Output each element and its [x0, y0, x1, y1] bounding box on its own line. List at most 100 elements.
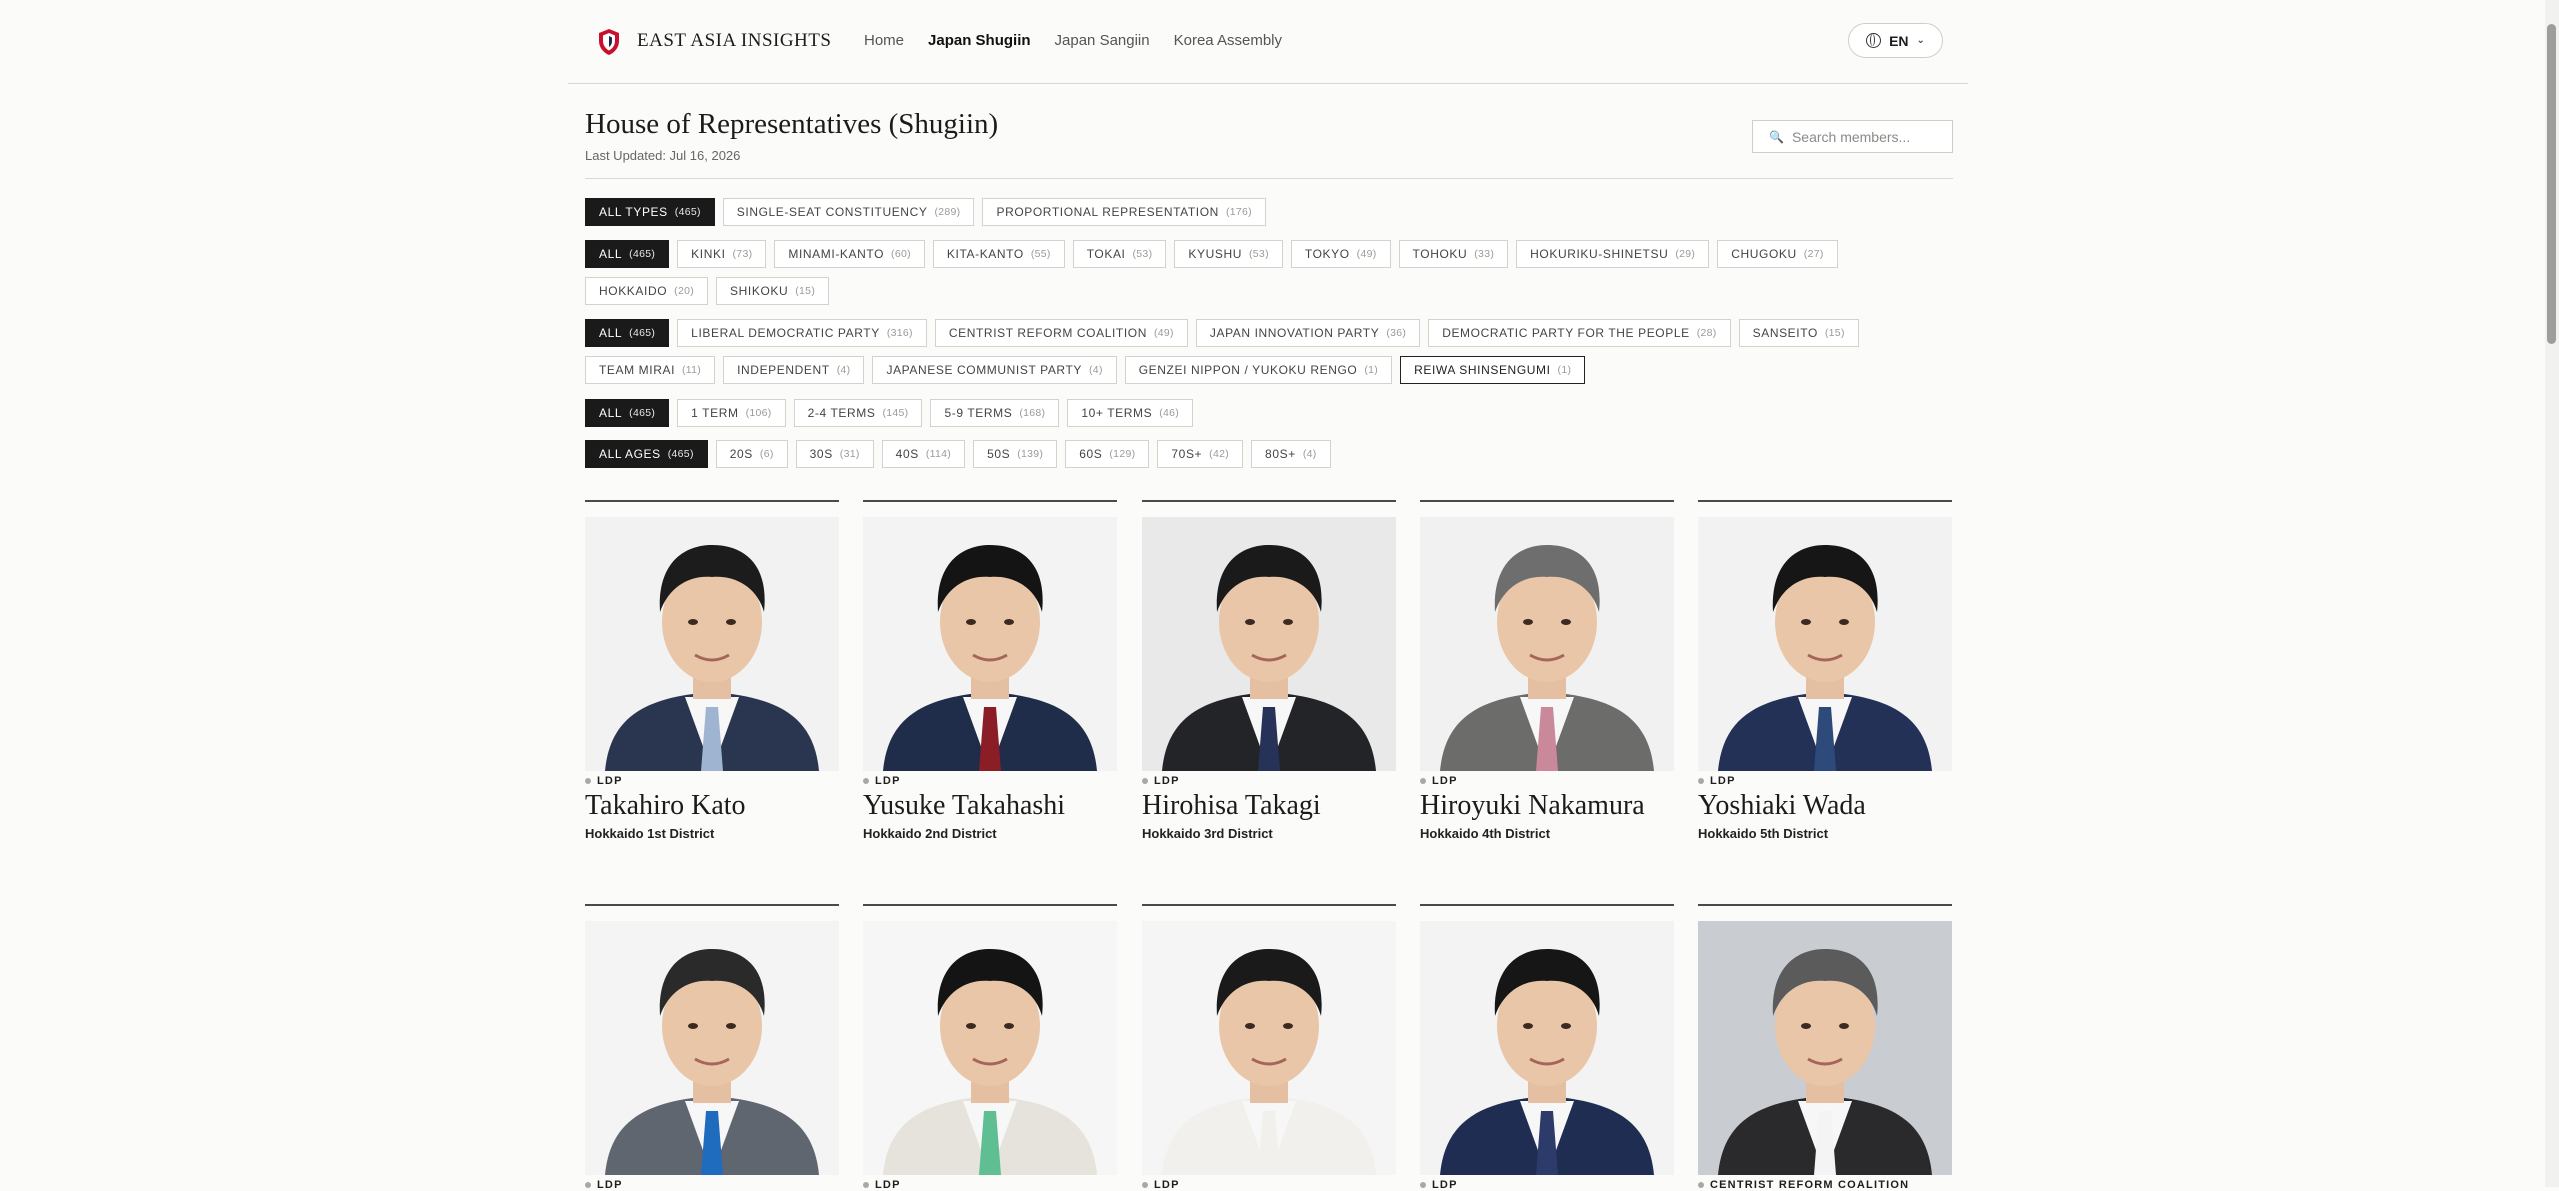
filter-chip-terms-5-9-terms[interactable]: 5-9 TERMS (168) — [930, 399, 1060, 427]
chip-label: 1 TERM — [691, 406, 739, 420]
party-dot-icon — [1420, 1182, 1426, 1188]
chip-count: (31) — [839, 448, 860, 460]
filter-chip-regions-hokuriku-shinetsu[interactable]: HOKURIKU-SHINETSU (29) — [1516, 240, 1710, 268]
member-district: Hokkaido 3rd District — [1142, 825, 1273, 841]
member-photo[interactable] — [1698, 921, 1952, 1175]
party-dot-icon — [1420, 778, 1426, 784]
nav-japan-shugiin[interactable]: Japan Shugiin — [928, 32, 1031, 49]
search-input[interactable] — [1789, 127, 1954, 146]
member-name[interactable]: Yoshiaki Wada — [1698, 790, 1952, 822]
party-dot-icon — [1698, 778, 1704, 784]
member-photo[interactable] — [1420, 517, 1674, 771]
chip-label: 5-9 TERMS — [944, 406, 1013, 420]
member-card[interactable]: LDP — [585, 904, 839, 1191]
member-card[interactable]: LDP Hiroyuki Nakamura Hokkaido 4th Distric… — [1420, 500, 1674, 841]
filter-chip-types-single-seat-constituency[interactable]: SINGLE-SEAT CONSTITUENCY (289) — [722, 198, 975, 226]
filter-chip-regions-tohoku[interactable]: TOHOKU (33) — [1398, 240, 1509, 268]
member-photo[interactable] — [585, 517, 839, 771]
filter-chip-terms-1-term[interactable]: 1 TERM (106) — [677, 399, 786, 427]
chip-label: ALL — [599, 326, 623, 340]
member-photo[interactable] — [1698, 517, 1952, 771]
card-divider — [863, 904, 1117, 906]
scrollbar[interactable] — [2545, 0, 2559, 1187]
nav-japan-sangiin[interactable]: Japan Sangiin — [1055, 32, 1150, 49]
filter-chip-ages-70s[interactable]: 70S+ (42) — [1157, 440, 1244, 468]
nav-home[interactable]: Home — [864, 32, 904, 49]
filter-chip-regions-all[interactable]: ALL (465) — [585, 240, 670, 268]
filter-chip-regions-hokkaido[interactable]: HOKKAIDO (20) — [585, 277, 709, 305]
member-card[interactable]: LDP Yoshiaki Wada Hokkaido 5th District — [1698, 500, 1952, 841]
filter-chip-parties-liberal-democratic-party[interactable]: LIBERAL DEMOCRATIC PARTY (316) — [677, 319, 927, 347]
member-card[interactable]: LDP — [1142, 904, 1396, 1191]
filter-chip-ages-60s[interactable]: 60S (129) — [1065, 440, 1150, 468]
scrollbar-thumb[interactable] — [2547, 24, 2556, 344]
filter-chip-terms-10-terms[interactable]: 10+ TERMS (46) — [1067, 399, 1194, 427]
filter-chip-regions-kyushu[interactable]: KYUSHU (53) — [1174, 240, 1283, 268]
filter-chip-parties-sanseito[interactable]: SANSEITO (15) — [1738, 319, 1859, 347]
filter-chip-regions-shikoku[interactable]: SHIKOKU (15) — [716, 277, 830, 305]
filter-chip-ages-50s[interactable]: 50S (139) — [973, 440, 1058, 468]
filter-chip-parties-japanese-communist-party[interactable]: JAPANESE COMMUNIST PARTY (4) — [872, 356, 1117, 384]
party-label: LDP — [1432, 775, 1458, 787]
member-district: Hokkaido 4th District — [1420, 825, 1551, 841]
filter-chip-regions-minami-kanto[interactable]: MINAMI-KANTO (60) — [774, 240, 925, 268]
chip-label: MINAMI-KANTO — [788, 247, 885, 261]
filter-chip-ages-80s[interactable]: 80S+ (4) — [1251, 440, 1331, 468]
filter-chip-parties-genzei-nippon-yukoku-rengo[interactable]: GENZEI NIPPON / YUKOKU RENGO (1) — [1124, 356, 1393, 384]
party-label: LDP — [1154, 775, 1180, 787]
filter-row-regions: ALL (465) KINKI (73) MINAMI-KANTO (60) KITA-KA… — [585, 240, 1965, 314]
member-photo[interactable] — [863, 921, 1117, 1175]
filter-chip-ages-40s[interactable]: 40S (114) — [881, 440, 966, 468]
filter-chip-ages-all-ages[interactable]: ALL AGES (465) — [585, 440, 708, 468]
filter-chip-regions-tokyo[interactable]: TOKYO (49) — [1290, 240, 1391, 268]
shield-logo-icon[interactable] — [598, 28, 620, 56]
member-card[interactable]: LDP — [1420, 904, 1674, 1191]
brand-name[interactable]: EAST ASIA INSIGHTS — [637, 30, 831, 52]
chip-count: (465) — [629, 248, 656, 260]
portrait-illustration — [1142, 921, 1396, 1175]
filter-chip-types-all-types[interactable]: ALL TYPES (465) — [585, 198, 715, 226]
filter-chip-parties-democratic-party-for-the-people[interactable]: DEMOCRATIC PARTY FOR THE PEOPLE (28) — [1428, 319, 1731, 347]
filter-chip-parties-all[interactable]: ALL (465) — [585, 319, 670, 347]
filter-chip-ages-30s[interactable]: 30S (31) — [795, 440, 874, 468]
filter-chip-regions-kinki[interactable]: KINKI (73) — [677, 240, 767, 268]
filter-chip-parties-independent[interactable]: INDEPENDENT (4) — [723, 356, 865, 384]
member-name[interactable]: Hiroyuki Nakamura — [1420, 790, 1674, 822]
filter-chip-parties-reiwa-shinsengumi[interactable]: REIWA SHINSENGUMI (1) — [1400, 356, 1586, 384]
filter-chip-parties-team-mirai[interactable]: TEAM MIRAI (11) — [585, 356, 716, 384]
member-photo[interactable] — [863, 517, 1117, 771]
filter-chip-regions-tokai[interactable]: TOKAI (53) — [1072, 240, 1167, 268]
language-selector[interactable]: EN ⌄ — [1848, 23, 1943, 58]
member-card[interactable]: LDP Yusuke Takahashi Hokkaido 2nd District — [863, 500, 1117, 841]
chip-count: (4) — [1089, 364, 1103, 376]
filter-chip-terms-2-4-terms[interactable]: 2-4 TERMS (145) — [793, 399, 923, 427]
member-name[interactable]: Yusuke Takahashi — [863, 790, 1117, 822]
chip-label: CENTRIST REFORM COALITION — [948, 326, 1147, 340]
nav-korea-assembly[interactable]: Korea Assembly — [1174, 32, 1282, 49]
member-search[interactable]: 🔍 — [1752, 120, 1954, 153]
member-card[interactable]: CENTRIST REFORM COALITION — [1698, 904, 1952, 1191]
member-name[interactable]: Takahiro Kato — [585, 790, 839, 822]
filter-chip-regions-chugoku[interactable]: CHUGOKU (27) — [1717, 240, 1838, 268]
filter-chip-parties-centrist-reform-coalition[interactable]: CENTRIST REFORM COALITION (49) — [934, 319, 1188, 347]
member-photo[interactable] — [1142, 921, 1396, 1175]
filter-chip-parties-japan-innovation-party[interactable]: JAPAN INNOVATION PARTY (36) — [1195, 319, 1421, 347]
filter-chip-ages-20s[interactable]: 20S (6) — [715, 440, 788, 468]
member-card[interactable]: LDP Takahiro Kato Hokkaido 1st District — [585, 500, 839, 841]
party-dot-icon — [1698, 1182, 1704, 1188]
member-district: Hokkaido 5th District — [1698, 825, 1829, 841]
filter-chip-regions-kita-kanto[interactable]: KITA-KANTO (55) — [932, 240, 1065, 268]
member-name[interactable]: Hirohisa Takagi — [1142, 790, 1396, 822]
party-tag: LDP — [1142, 775, 1396, 787]
chip-label: 2-4 TERMS — [807, 406, 876, 420]
filter-chip-types-proportional-representation[interactable]: PROPORTIONAL REPRESENTATION (176) — [982, 198, 1266, 226]
chip-count: (55) — [1030, 248, 1051, 260]
member-photo[interactable] — [1142, 517, 1396, 771]
member-card[interactable]: LDP — [863, 904, 1117, 1191]
chip-count: (28) — [1696, 327, 1717, 339]
party-label: LDP — [1432, 1179, 1458, 1191]
filter-chip-terms-all[interactable]: ALL (465) — [585, 399, 670, 427]
member-photo[interactable] — [1420, 921, 1674, 1175]
member-photo[interactable] — [585, 921, 839, 1175]
member-card[interactable]: LDP Hirohisa Takagi Hokkaido 3rd District — [1142, 500, 1396, 841]
